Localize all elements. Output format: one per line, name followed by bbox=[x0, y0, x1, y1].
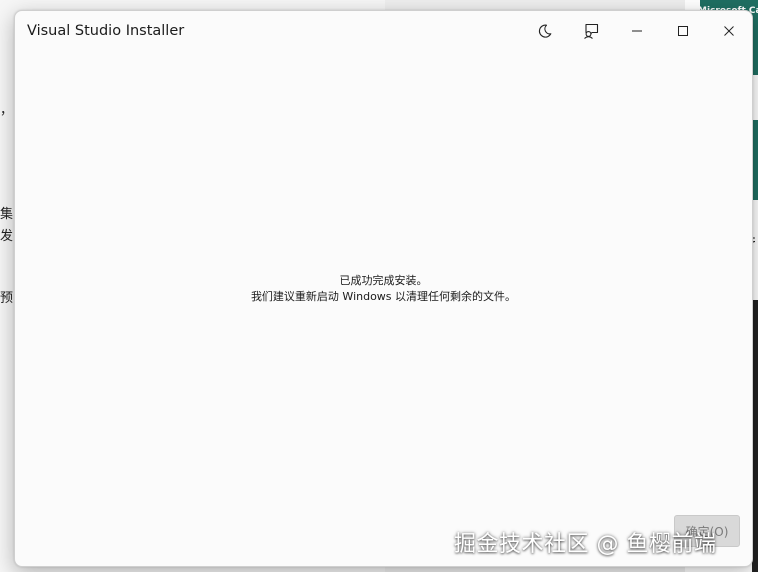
close-button[interactable] bbox=[706, 15, 752, 47]
completion-message-line1: 已成功完成安装。 bbox=[339, 274, 428, 287]
close-icon bbox=[724, 26, 734, 36]
minimize-button[interactable] bbox=[614, 15, 660, 47]
theme-toggle-button[interactable] bbox=[522, 15, 568, 47]
completion-message: 已成功完成安装。 我们建议重新启动 Windows 以清理任何剩余的文件。 bbox=[15, 273, 752, 305]
minimize-icon bbox=[632, 30, 642, 32]
background-text-fragment: 发 bbox=[0, 229, 14, 244]
background-text-fragment: 预 bbox=[0, 291, 14, 306]
maximize-button[interactable] bbox=[660, 15, 706, 47]
moon-icon bbox=[538, 24, 552, 38]
watermark: 掘金技术社区 @ 鱼樱前端 bbox=[454, 532, 717, 557]
window-title: Visual Studio Installer bbox=[27, 23, 185, 39]
background-text-fragment: ， bbox=[0, 103, 14, 118]
feedback-icon bbox=[584, 23, 599, 39]
title-bar[interactable]: Visual Studio Installer bbox=[15, 11, 752, 53]
background-text-fragment: 集 bbox=[0, 207, 14, 222]
completion-message-line2: 我们建议重新启动 Windows 以清理任何剩余的文件。 bbox=[250, 290, 517, 303]
feedback-button[interactable] bbox=[568, 15, 614, 47]
maximize-icon bbox=[678, 26, 688, 36]
installer-window: Visual Studio Installer 已成功完成安装。 我们建议重新启… bbox=[14, 10, 753, 567]
